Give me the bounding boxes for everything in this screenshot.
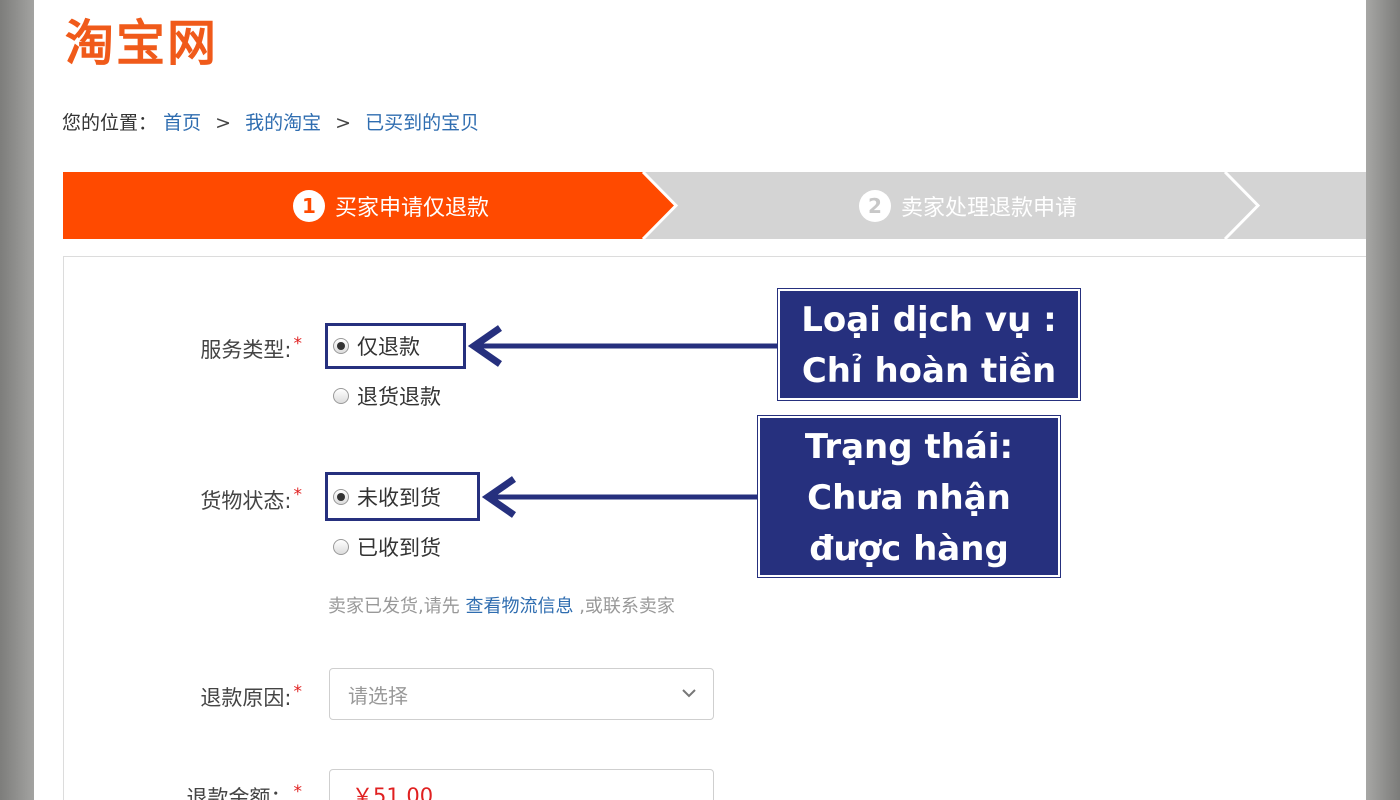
service-type-return-refund[interactable]: 退货退款 — [333, 381, 441, 411]
callout-service-type: Loại dịch vụ : Chỉ hoàn tiền — [777, 288, 1081, 401]
taobao-logo[interactable]: 淘宝网 — [65, 14, 218, 74]
callout-line: Trạng thái: — [804, 427, 1014, 467]
callout-line: Chỉ hoàn tiền — [801, 351, 1057, 391]
callout-line: Loại dịch vụ : — [801, 300, 1057, 340]
required-mark: * — [293, 682, 303, 702]
breadcrumb: 您的位置： 首页 > 我的淘宝 > 已买到的宝贝 — [62, 110, 479, 136]
refund-page: 淘宝网 您的位置： 首页 > 我的淘宝 > 已买到的宝贝 1 买家申请仅退款 2… — [34, 0, 1366, 800]
callout-line: Chưa nhận — [807, 478, 1011, 518]
goods-status-option-label: 已收到货 — [357, 536, 441, 560]
refund-reason-placeholder: 请选择 — [348, 683, 408, 708]
refund-reason-label: 退款原因: * — [200, 682, 303, 710]
service-type-option-label: 退货退款 — [357, 385, 441, 409]
callout-goods-status: Trạng thái: Chưa nhận được hàng — [757, 415, 1061, 578]
service-type-label: 服务类型: * — [200, 334, 303, 362]
refund-amount-label: 退款金额： * — [186, 782, 303, 800]
progress-steps: 1 买家申请仅退款 2 卖家处理退款申请 — [63, 172, 1366, 239]
breadcrumb-my-taobao-link[interactable]: 我的淘宝 — [245, 112, 321, 134]
breadcrumb-separator: > — [215, 112, 232, 134]
background-right — [1366, 0, 1400, 800]
service-type-highlight — [325, 323, 466, 369]
view-logistics-link[interactable]: 查看物流信息 — [465, 596, 573, 617]
refund-reason-select[interactable]: 请选择 — [329, 668, 714, 720]
background-left — [0, 0, 34, 800]
breadcrumb-home-link[interactable]: 首页 — [163, 112, 201, 134]
goods-status-received[interactable]: 已收到货 — [333, 532, 441, 562]
step-1-label: 买家申请仅退款 — [335, 195, 490, 221]
step-2-label: 卖家处理退款申请 — [901, 195, 1078, 221]
radio-unchecked-icon[interactable] — [333, 539, 349, 555]
required-mark: * — [293, 782, 303, 800]
callout-line: được hàng — [809, 529, 1009, 569]
logistics-hint: 卖家已发货,请先 查看物流信息 ,或联系卖家 — [328, 596, 675, 617]
chevron-down-icon — [682, 689, 696, 698]
goods-status-label: 货物状态: * — [200, 485, 303, 513]
breadcrumb-purchased-link[interactable]: 已买到的宝贝 — [365, 112, 479, 134]
breadcrumb-prefix: 您的位置： — [62, 112, 158, 134]
radio-unchecked-icon[interactable] — [333, 388, 349, 404]
step-2-number-icon: 2 — [859, 189, 891, 222]
refund-amount-input[interactable]: ￥51.00 — [329, 769, 714, 800]
step-2: 2 卖家处理退款申请 — [859, 172, 1077, 239]
steps-background — [63, 172, 1366, 239]
step-1: 1 买家申请仅退款 — [293, 172, 489, 239]
breadcrumb-separator: > — [335, 112, 352, 134]
required-mark: * — [293, 485, 303, 505]
goods-status-highlight — [325, 472, 480, 521]
required-mark: * — [293, 334, 303, 354]
step-1-number-icon: 1 — [293, 189, 325, 222]
